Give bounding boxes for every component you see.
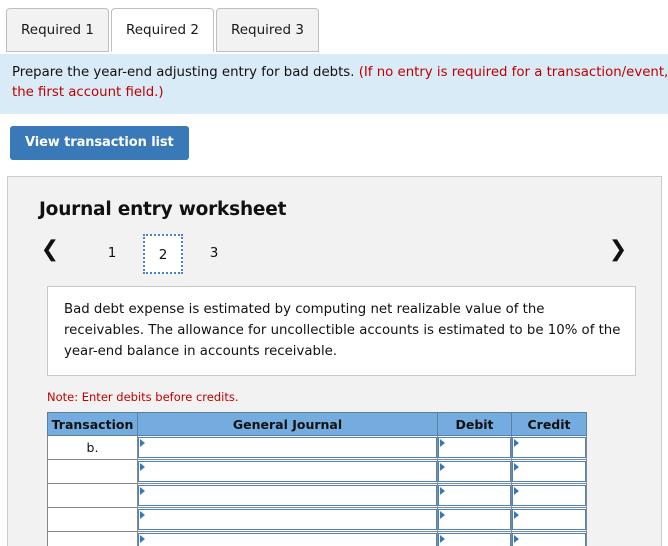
chevron-left-icon[interactable]: ❮	[35, 234, 65, 268]
instruction-main-text: Prepare the year-end adjusting entry for…	[12, 65, 354, 80]
debit-input[interactable]	[438, 509, 511, 530]
worksheet-description: Bad debt expense is estimated by computi…	[47, 286, 636, 376]
journal-entry-worksheet-panel: Journal entry worksheet ❮ 123 ❯ Bad debt…	[7, 176, 662, 546]
pager-page-list: 123	[92, 234, 245, 274]
tab-required-3[interactable]: Required 3	[216, 8, 319, 52]
pager-page-2[interactable]: 2	[143, 234, 183, 274]
toolbar: View transaction list	[0, 114, 668, 170]
credit-cell[interactable]	[512, 484, 587, 508]
general-journal-input[interactable]	[138, 437, 437, 458]
credit-cell[interactable]	[512, 532, 587, 546]
debit-input[interactable]	[438, 437, 511, 458]
table-row	[48, 532, 587, 546]
general-journal-cell[interactable]	[138, 484, 438, 508]
column-header-general-journal: General Journal	[138, 413, 438, 436]
credit-input[interactable]	[512, 533, 586, 546]
debit-cell[interactable]	[438, 484, 512, 508]
debit-input[interactable]	[438, 485, 511, 506]
chevron-right-icon[interactable]: ❯	[603, 234, 633, 268]
column-header-debit: Debit	[438, 413, 512, 436]
column-header-transaction: Transaction	[48, 413, 138, 436]
table-row	[48, 460, 587, 484]
table-row	[48, 484, 587, 508]
table-row: b.	[48, 436, 587, 460]
instruction-paren-text: (If no entry is required for a transacti…	[359, 65, 668, 80]
transaction-label-cell: b.	[48, 436, 138, 460]
transaction-label-cell	[48, 532, 138, 546]
transaction-label-cell	[48, 484, 138, 508]
debit-cell[interactable]	[438, 436, 512, 460]
worksheet-pager: ❮ 123 ❯	[30, 234, 643, 276]
debit-cell[interactable]	[438, 460, 512, 484]
general-journal-input[interactable]	[138, 509, 437, 530]
general-journal-cell[interactable]	[138, 436, 438, 460]
credit-input[interactable]	[512, 461, 586, 482]
pager-page-3[interactable]: 3	[194, 234, 234, 274]
journal-entry-table: Transaction General Journal Debit Credit…	[47, 412, 587, 546]
tab-required-2[interactable]: Required 2	[111, 8, 214, 52]
pager-page-1[interactable]: 1	[92, 234, 132, 274]
debit-cell[interactable]	[438, 532, 512, 546]
general-journal-input[interactable]	[138, 461, 437, 482]
transaction-label-cell	[48, 460, 138, 484]
general-journal-input[interactable]	[138, 485, 437, 506]
column-header-credit: Credit	[512, 413, 587, 436]
view-transaction-list-button[interactable]: View transaction list	[10, 126, 189, 160]
page-title: Journal entry worksheet	[39, 199, 643, 220]
instruction-banner: Prepare the year-end adjusting entry for…	[0, 54, 668, 114]
tab-strip: Required 1Required 2Required 3	[0, 0, 668, 54]
credit-input[interactable]	[512, 485, 586, 506]
debits-before-credits-note: Note: Enter debits before credits.	[47, 390, 643, 404]
tab-required-1[interactable]: Required 1	[6, 8, 109, 52]
general-journal-cell[interactable]	[138, 532, 438, 546]
general-journal-input[interactable]	[138, 533, 437, 546]
debit-input[interactable]	[438, 461, 511, 482]
credit-cell[interactable]	[512, 460, 587, 484]
credit-cell[interactable]	[512, 436, 587, 460]
credit-input[interactable]	[512, 437, 586, 458]
general-journal-cell[interactable]	[138, 460, 438, 484]
debit-input[interactable]	[438, 533, 511, 546]
table-header-row: Transaction General Journal Debit Credit	[48, 413, 587, 436]
instruction-second-line: the first account field.)	[12, 83, 658, 103]
credit-input[interactable]	[512, 509, 586, 530]
